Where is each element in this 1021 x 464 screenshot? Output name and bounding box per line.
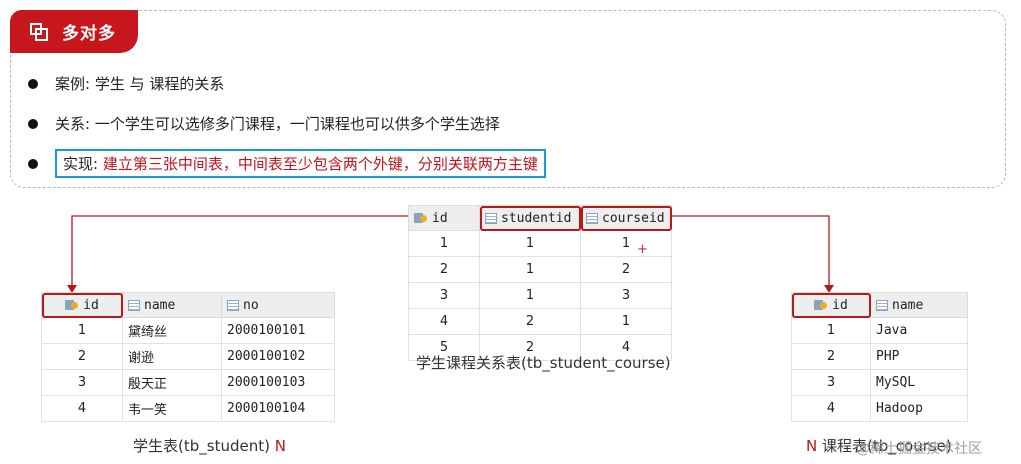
table-row: 4 韦一笑 2000100104 [41, 395, 335, 422]
student-table-caption: 学生表(tb_student) N [133, 437, 286, 455]
table-row: 313 [408, 282, 672, 309]
link-col-id: id [408, 205, 480, 231]
multiplicity-n: N [274, 437, 286, 455]
student-col-id: id [41, 292, 123, 318]
student-table: id name no 1 黛绮丝 2000100101 2 谢逊 2000100102 … [41, 292, 335, 422]
watermark: @稀土掘金技术社区 [856, 441, 982, 457]
table-row: 3 殷天正 2000100103 [41, 369, 335, 396]
column-icon [586, 212, 598, 224]
column-icon [485, 212, 497, 224]
table-row: 421 [408, 308, 672, 335]
cursor-plus-marker: + [637, 242, 648, 257]
column-icon [128, 299, 140, 311]
link-table-caption: 学生课程关系表(tb_student_course) [416, 354, 671, 372]
table-row: 2 谢逊 2000100102 [41, 343, 335, 370]
student-col-name: name [122, 292, 222, 318]
courseid-to-course-id-line [671, 215, 830, 285]
table-row: 212 [408, 256, 672, 283]
course-col-id: id [791, 292, 871, 318]
student-col-no: no [221, 292, 335, 318]
course-table: id name 1 Java 2 PHP 3 MySQL 4 Hadoop [791, 292, 968, 422]
table-row: 111 [408, 230, 672, 257]
table-row: 3 MySQL [791, 369, 968, 396]
table-row: 4 Hadoop [791, 395, 968, 422]
link-table: id studentid courseid 111 212 313 421 52… [408, 205, 672, 361]
table-row: 2 PHP [791, 343, 968, 370]
course-col-name: name [870, 292, 968, 318]
column-icon [227, 299, 239, 311]
primary-key-icon [414, 212, 428, 224]
link-col-studentid: studentid [479, 205, 581, 231]
primary-key-icon [814, 299, 828, 311]
table-row: 1 Java [791, 317, 968, 344]
table-row: 1 黛绮丝 2000100101 [41, 317, 335, 344]
primary-key-icon [65, 299, 79, 311]
column-icon [876, 299, 888, 311]
multiplicity-n: N [806, 437, 818, 455]
link-col-courseid: courseid [580, 205, 672, 231]
